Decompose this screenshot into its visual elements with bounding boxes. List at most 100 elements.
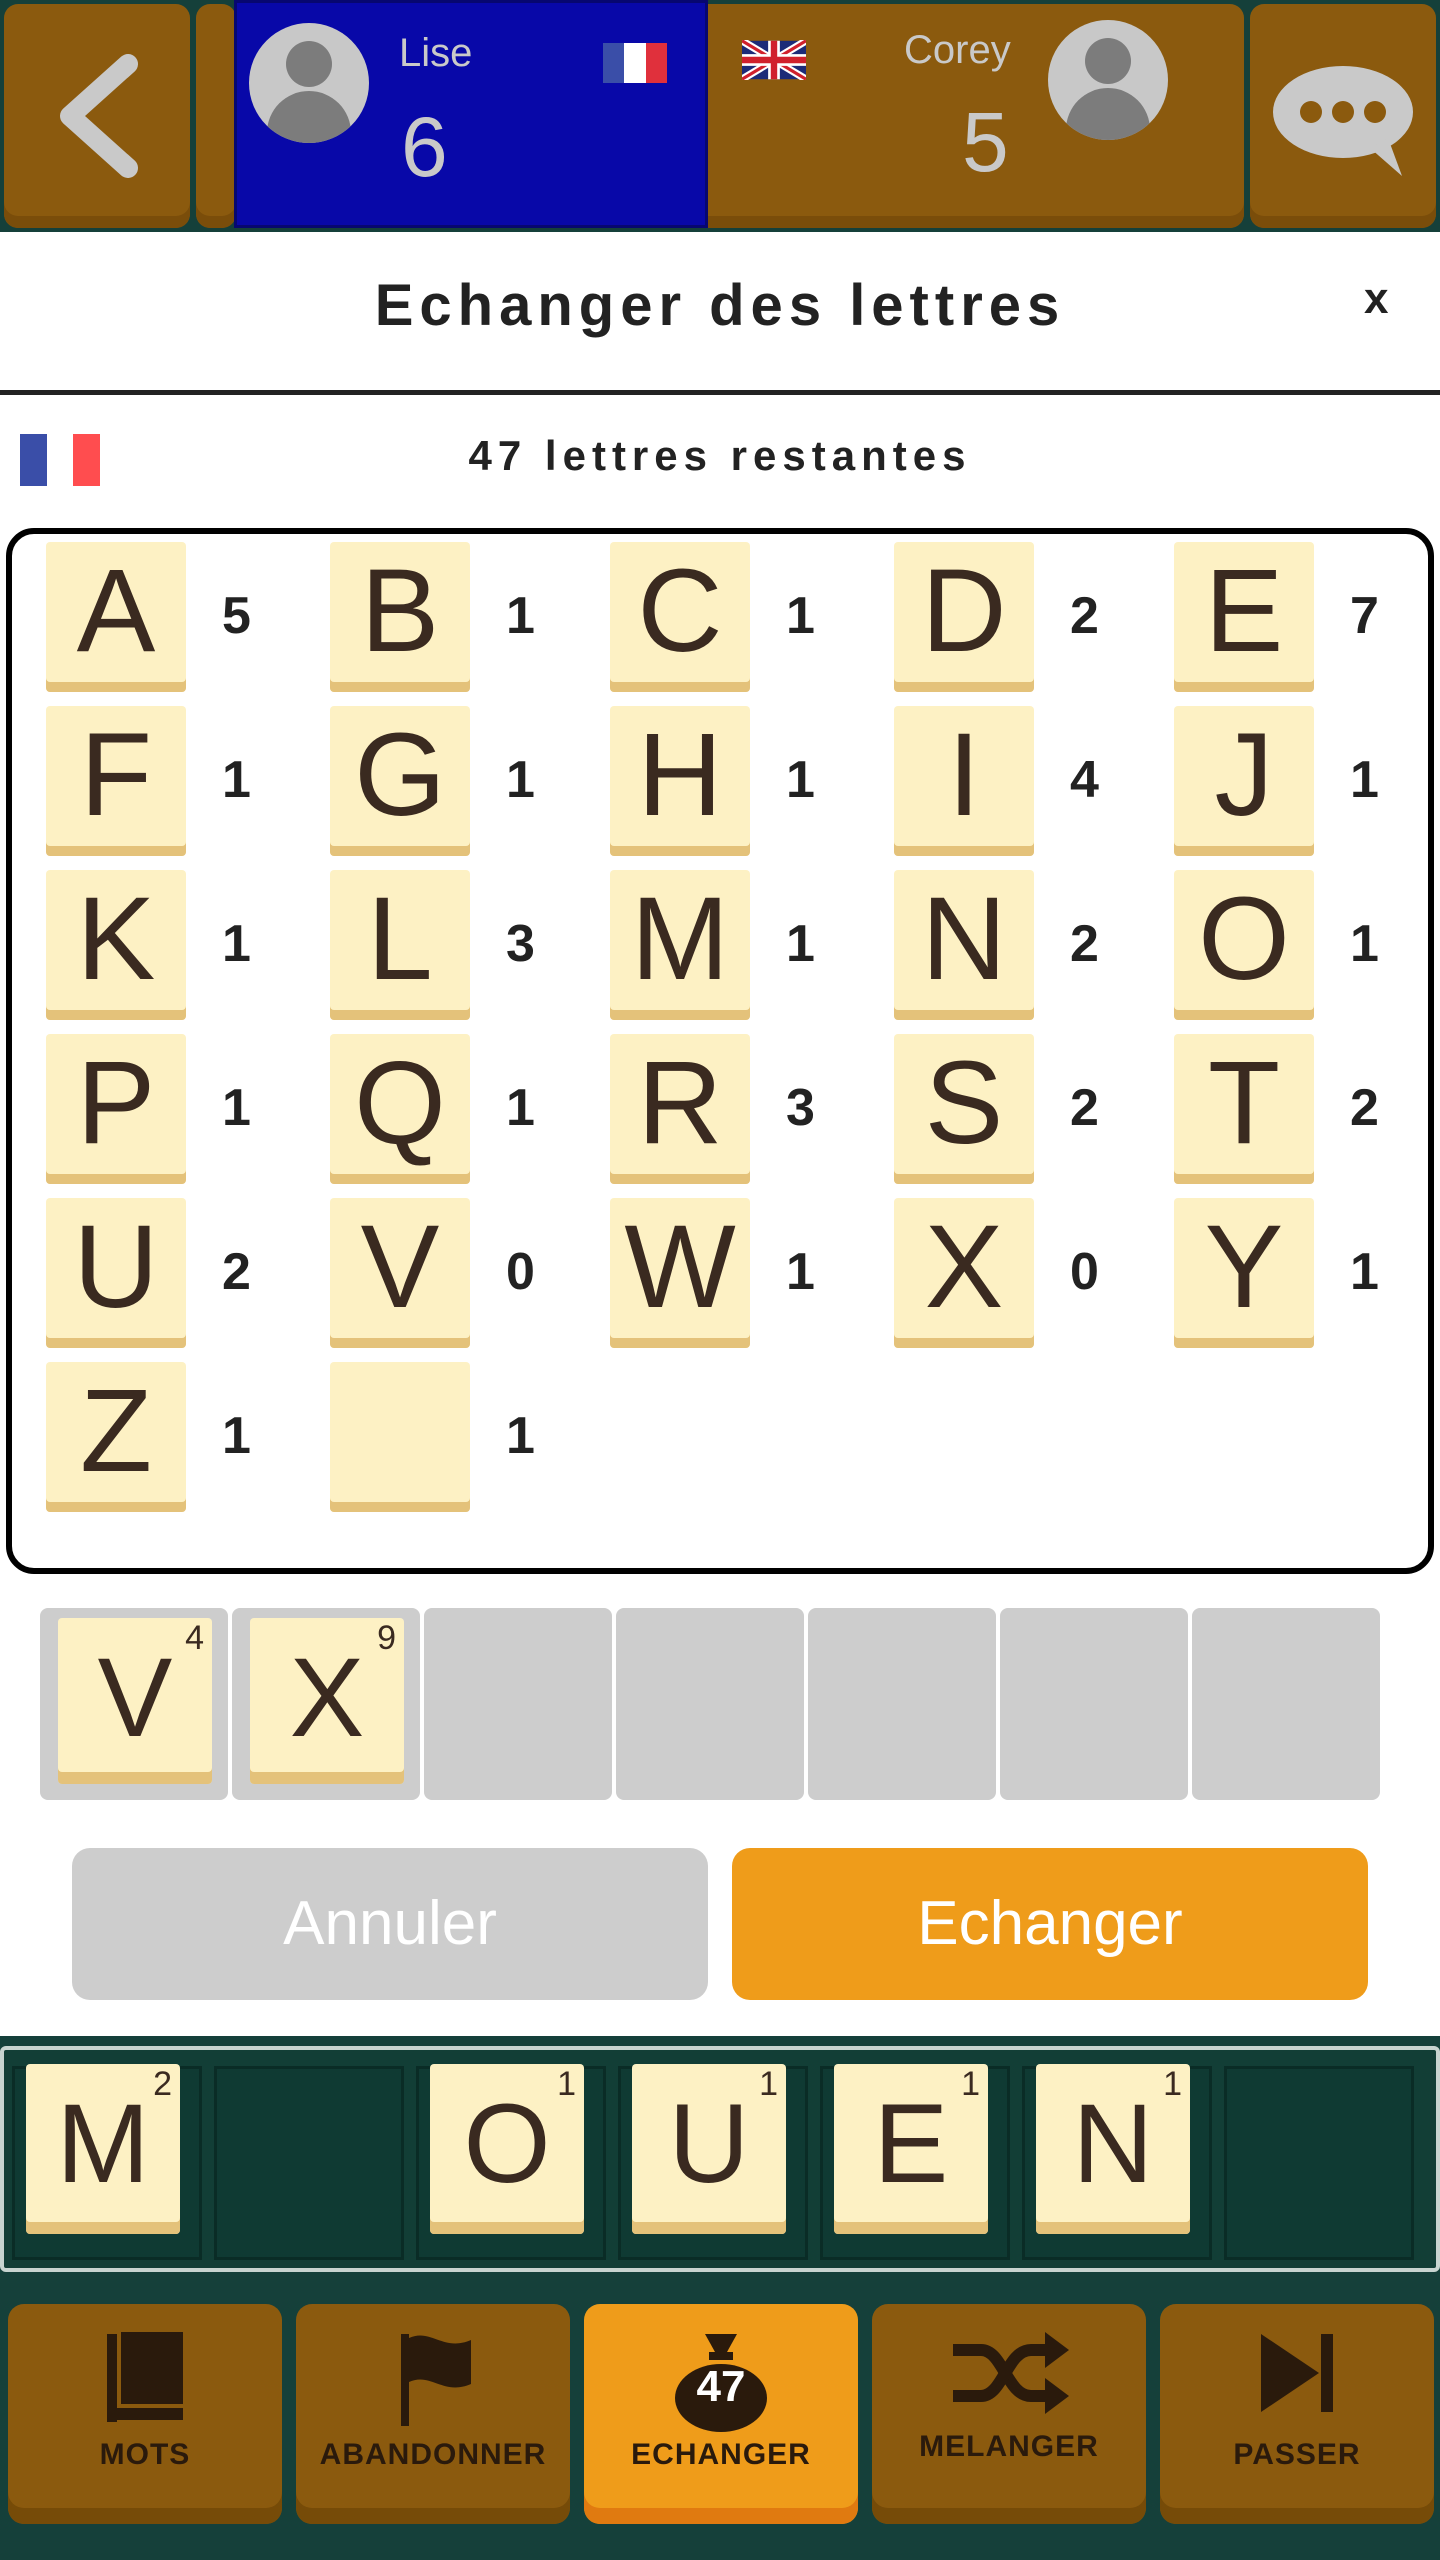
- pool-count: 2: [1070, 587, 1099, 645]
- pool-tile-s[interactable]: S: [894, 1034, 1034, 1184]
- pool-count: 1: [786, 751, 815, 809]
- words-label: MOTS: [99, 2438, 191, 2471]
- pool-tile-m[interactable]: M: [610, 870, 750, 1020]
- pool-tile-u[interactable]: U: [46, 1198, 186, 1348]
- dialog-title: Echanger des lettres: [374, 273, 1066, 338]
- back-arrow-icon: [60, 54, 138, 178]
- pool-count: 1: [1350, 915, 1379, 973]
- tile-value: 1: [759, 2065, 778, 2103]
- pool-tile-t[interactable]: T: [1174, 1034, 1314, 1184]
- pool-tile-v[interactable]: V: [330, 1198, 470, 1348]
- exchange-dialog: Echanger des lettres x 47 lettres restan…: [0, 232, 1440, 2036]
- pool-tile-p[interactable]: P: [46, 1034, 186, 1184]
- shuffle-label: MELANGER: [919, 2430, 1099, 2463]
- player2-score: 5: [962, 95, 1009, 189]
- france-flag-icon: [603, 43, 667, 83]
- pool-tile-o[interactable]: O: [1174, 870, 1314, 1020]
- tile-letter: U: [668, 2081, 750, 2206]
- chat-bubble-icon: [1273, 66, 1413, 176]
- exchange-tab-label: ECHANGER: [631, 2438, 811, 2471]
- pool-tile-x[interactable]: X: [894, 1198, 1034, 1348]
- pool-tile-g[interactable]: G: [330, 706, 470, 856]
- exchange-slot[interactable]: X9: [232, 1608, 420, 1800]
- pool-count: 1: [506, 1079, 535, 1137]
- back-button[interactable]: [4, 4, 190, 228]
- rack-tile-o[interactable]: O1: [430, 2064, 584, 2234]
- pool-count: 1: [1350, 1243, 1379, 1301]
- pool-tile-a[interactable]: A: [46, 542, 186, 692]
- pass-button[interactable]: PASSER: [1160, 2304, 1434, 2524]
- skip-icon: [1261, 2334, 1333, 2412]
- pool-count: 3: [506, 915, 535, 973]
- chat-button[interactable]: [1250, 4, 1436, 228]
- tile-value: 1: [557, 2065, 576, 2103]
- player2-card: Corey 5: [708, 4, 1244, 228]
- exchange-button[interactable]: Echanger: [732, 1848, 1368, 2000]
- pool-count: 0: [1070, 1243, 1099, 1301]
- pool-tile-e[interactable]: E: [1174, 542, 1314, 692]
- pool-tile-r[interactable]: R: [610, 1034, 750, 1184]
- rack-tile-e[interactable]: E1: [834, 2064, 988, 2234]
- pool-tile-z[interactable]: Z: [46, 1362, 186, 1512]
- close-button[interactable]: x: [1364, 274, 1388, 324]
- player1-name: Lise: [399, 31, 473, 75]
- tile-letter: V: [97, 1635, 173, 1760]
- exchange-slot[interactable]: [616, 1608, 804, 1800]
- pool-count: 2: [1350, 1079, 1379, 1137]
- pool-tile-d[interactable]: D: [894, 542, 1034, 692]
- exchange-tray: V4X9: [40, 1608, 1384, 1800]
- rack-tile-m[interactable]: M2: [26, 2064, 180, 2234]
- title-divider: [0, 390, 1440, 395]
- tile-value: 4: [185, 1619, 204, 1657]
- pool-tile-w[interactable]: W: [610, 1198, 750, 1348]
- selected-tile[interactable]: V4: [58, 1618, 212, 1784]
- pool-count: 2: [222, 1243, 251, 1301]
- player1-score: 6: [401, 100, 448, 194]
- exchange-slot[interactable]: [1000, 1608, 1188, 1800]
- remaining-letters-count: 47 lettres restantes: [468, 432, 972, 479]
- rack-slot[interactable]: [1224, 2066, 1414, 2260]
- pool-count: 1: [786, 915, 815, 973]
- pool-tile-c[interactable]: C: [610, 542, 750, 692]
- pool-tile-h[interactable]: H: [610, 706, 750, 856]
- pool-tile-b[interactable]: B: [330, 542, 470, 692]
- pool-tile-f[interactable]: F: [46, 706, 186, 856]
- pool-count: 2: [1070, 1079, 1099, 1137]
- bag-count: 47: [696, 2362, 746, 2411]
- pool-tile-blank[interactable]: [330, 1362, 470, 1512]
- words-button[interactable]: MOTS: [8, 2304, 282, 2524]
- uk-flag-icon: [742, 40, 806, 80]
- rack-tile-n[interactable]: N1: [1036, 2064, 1190, 2234]
- exchange-tab-button[interactable]: 47 ECHANGER: [584, 2304, 858, 2524]
- pool-count: 1: [506, 1407, 535, 1465]
- resign-button[interactable]: ABANDONNER: [296, 2304, 570, 2524]
- pool-tile-n[interactable]: N: [894, 870, 1034, 1020]
- exchange-slot[interactable]: [1192, 1608, 1380, 1800]
- pool-tile-j[interactable]: J: [1174, 706, 1314, 856]
- pool-tile-i[interactable]: I: [894, 706, 1034, 856]
- cancel-button[interactable]: Annuler: [72, 1848, 708, 2000]
- tile-letter: O: [463, 2081, 551, 2206]
- exchange-slot[interactable]: V4: [40, 1608, 228, 1800]
- player2-name: Corey: [904, 28, 1011, 72]
- pool-tile-k[interactable]: K: [46, 870, 186, 1020]
- shuffle-icon: [953, 2332, 1069, 2414]
- resign-label: ABANDONNER: [319, 2438, 547, 2471]
- rack-slot[interactable]: [214, 2066, 404, 2260]
- rack-tile-u[interactable]: U1: [632, 2064, 786, 2234]
- pool-count: 1: [222, 1407, 251, 1465]
- book-icon: [107, 2332, 183, 2422]
- exchange-slot[interactable]: [424, 1608, 612, 1800]
- tile-letter: E: [873, 2081, 949, 2206]
- menu-button[interactable]: [196, 4, 236, 228]
- selected-tile[interactable]: X9: [250, 1618, 404, 1784]
- pool-tile-q[interactable]: Q: [330, 1034, 470, 1184]
- pool-count: 2: [1070, 915, 1099, 973]
- tile-letter: N: [1072, 2081, 1154, 2206]
- shuffle-button[interactable]: MELANGER: [872, 2304, 1146, 2524]
- exchange-slot[interactable]: [808, 1608, 996, 1800]
- pool-count: 5: [222, 587, 251, 645]
- pool-tile-y[interactable]: Y: [1174, 1198, 1314, 1348]
- pool-tile-l[interactable]: L: [330, 870, 470, 1020]
- tile-value: 1: [961, 2065, 980, 2103]
